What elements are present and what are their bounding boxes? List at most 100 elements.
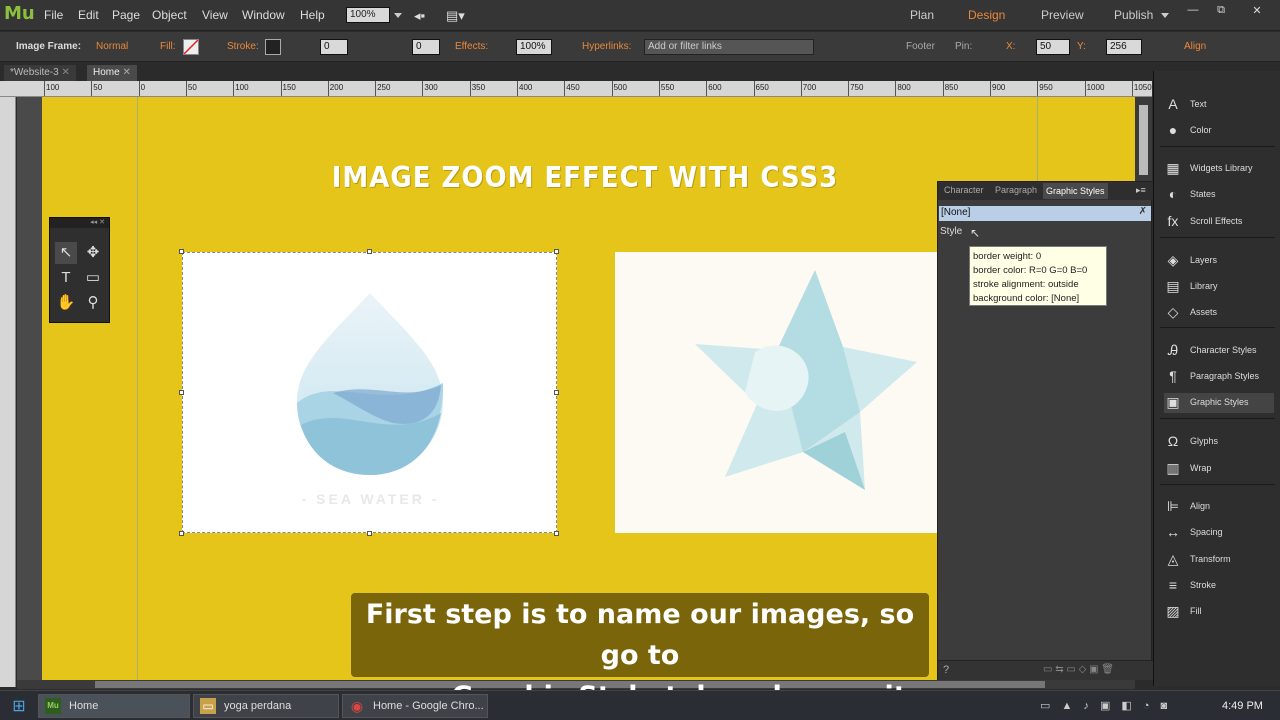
clear-override-icon[interactable]: ✗	[1139, 206, 1147, 217]
ruler-tick	[753, 81, 755, 96]
taskbar-muse[interactable]: Mu Home	[38, 694, 190, 718]
panel-item-library[interactable]: ▤ Library	[1164, 277, 1274, 297]
menu-help[interactable]: Help	[300, 8, 325, 22]
hyperlinks-label[interactable]: Hyperlinks:	[582, 41, 631, 52]
tab-website-3[interactable]: *Website-3 ✕	[4, 65, 76, 81]
stroke-swatch[interactable]	[265, 39, 281, 55]
chevron-down-icon[interactable]	[394, 13, 402, 18]
stroke-width-field[interactable]: 0	[320, 39, 348, 55]
close-icon[interactable]: ✕	[62, 67, 70, 78]
tab-home[interactable]: Home ✕	[87, 65, 137, 81]
resize-handle[interactable]	[179, 390, 184, 395]
x-position-field[interactable]: 50	[1036, 39, 1070, 55]
scroll-thumb[interactable]	[1139, 105, 1148, 175]
hyperlinks-input[interactable]: Add or filter links	[644, 39, 814, 55]
panel-item-spacing[interactable]: ↔ Spacing	[1164, 523, 1274, 543]
mode-preview[interactable]: Preview	[1041, 8, 1084, 22]
resize-handle[interactable]	[367, 249, 372, 254]
resize-handle[interactable]	[554, 390, 559, 395]
panel-item-glyphs[interactable]: Ω Glyphs	[1164, 432, 1274, 452]
resize-handle[interactable]	[179, 531, 184, 536]
resize-handle[interactable]	[554, 249, 559, 254]
style-list-item[interactable]: Style	[940, 226, 962, 237]
style-name-field[interactable]: [None] ✗	[939, 206, 1151, 221]
muse-app-icon: Mu	[45, 698, 61, 714]
taskbar-folder[interactable]: ▭ yoga perdana	[193, 694, 339, 718]
fill-swatch[interactable]	[183, 39, 199, 55]
stroke-label[interactable]: Stroke:	[227, 41, 259, 52]
panel-item-paragraph-styles[interactable]: ¶ Paragraph Styles	[1164, 367, 1274, 387]
crop-tool-icon[interactable]: ✥	[82, 242, 104, 264]
resize-handle[interactable]	[367, 531, 372, 536]
windows-start-icon[interactable]: ⊞	[8, 696, 30, 716]
tab-graphic-styles[interactable]: Graphic Styles	[1043, 183, 1108, 199]
panel-item-widgets-library[interactable]: ▦ Widgets Library	[1164, 159, 1274, 179]
layout-grid-icon[interactable]: ▤▾	[446, 8, 465, 24]
rectangle-tool-icon[interactable]: ▭	[82, 267, 104, 289]
panel-item-states[interactable]: ◐ States	[1164, 185, 1274, 205]
page-headline[interactable]: IMAGE ZOOM EFFECT WITH CSS3	[300, 162, 870, 195]
preview-arrow-icon[interactable]: ◂▪	[414, 8, 425, 24]
ruler-tick	[233, 81, 235, 96]
align-link[interactable]: Align	[1184, 41, 1206, 52]
ruler-tick-label: 750	[850, 83, 864, 92]
tab-paragraph[interactable]: Paragraph	[995, 185, 1037, 195]
selection-tool-icon[interactable]: ↖	[55, 242, 77, 264]
corner-radius-field[interactable]: 0	[412, 39, 440, 55]
ruler-tick	[1037, 81, 1039, 96]
panel-item-layers[interactable]: ◈ Layers	[1164, 251, 1274, 271]
image-frame-star[interactable]	[615, 252, 940, 533]
system-tray-icons[interactable]: ▭ ▲ ♪ ▣ ◧ ◔ ◙	[1040, 699, 1171, 712]
hand-tool-icon[interactable]: ✋	[55, 292, 77, 314]
style-actions-icon[interactable]: ▭ ⇆ ▭ ◇ ▣ 🗑	[1043, 664, 1114, 675]
menu-file[interactable]: File	[44, 8, 63, 22]
menu-page[interactable]: Page	[112, 8, 140, 22]
menu-view[interactable]: View	[202, 8, 228, 22]
chevron-down-icon[interactable]	[1161, 13, 1169, 18]
menu-object[interactable]: Object	[152, 8, 187, 22]
panel-grip[interactable]: ◂◂ ✕	[50, 218, 109, 228]
help-icon[interactable]: ?	[943, 664, 949, 676]
ruler-tick	[422, 81, 424, 96]
minimize-icon[interactable]: —	[1181, 4, 1205, 18]
ruler-tick-label: 700	[802, 83, 817, 92]
restore-icon[interactable]: ⧉	[1209, 4, 1233, 18]
close-icon[interactable]: ✕	[1240, 4, 1274, 18]
panel-menu-icon[interactable]: ▸≡	[1136, 185, 1146, 196]
close-icon[interactable]: ✕	[122, 67, 130, 78]
opacity-field[interactable]: 100%	[516, 39, 552, 55]
panel-item-stroke[interactable]: ≡ Stroke	[1164, 576, 1274, 596]
y-position-field[interactable]: 256	[1106, 39, 1142, 55]
frame-state-link[interactable]: Normal	[96, 41, 128, 52]
panel-item-assets[interactable]: ◇ Assets	[1164, 303, 1274, 323]
panel-item-character-styles[interactable]: Ꭿ Character Styles	[1164, 341, 1274, 361]
tab-character[interactable]: Character	[944, 185, 984, 195]
mode-design[interactable]: Design	[968, 8, 1005, 22]
mode-plan[interactable]: Plan	[910, 8, 934, 22]
mode-publish[interactable]: Publish	[1114, 8, 1153, 22]
menu-edit[interactable]: Edit	[78, 8, 99, 22]
image-frame-sea-water[interactable]: - SEA WATER -	[182, 252, 557, 533]
panel-item-wrap[interactable]: ▥ Wrap	[1164, 459, 1274, 479]
panel-item-transform[interactable]: ◬ Transform	[1164, 550, 1274, 570]
zoom-select[interactable]: 100%	[346, 7, 390, 23]
resize-handle[interactable]	[554, 531, 559, 536]
zoom-tool-icon[interactable]: ⚲	[82, 292, 104, 314]
taskbar-chrome[interactable]: ◉ Home - Google Chro...	[342, 694, 488, 718]
panel-item-label: Color	[1190, 125, 1212, 135]
scroll-effects-icon: fx	[1167, 213, 1179, 229]
clock[interactable]: 4:49 PM	[1222, 700, 1263, 712]
panel-item-graphic-styles[interactable]: ▣ Graphic Styles	[1164, 393, 1274, 413]
effects-label[interactable]: Effects:	[455, 41, 488, 52]
panel-item-scroll-effects[interactable]: fx Scroll Effects	[1164, 212, 1274, 232]
resize-handle[interactable]	[179, 249, 184, 254]
text-tool-icon[interactable]: T	[55, 267, 77, 289]
panel-item-text[interactable]: A Text	[1164, 95, 1274, 115]
menu-window[interactable]: Window	[242, 8, 285, 22]
panel-item-color[interactable]: ● Color	[1164, 121, 1274, 141]
panel-item-fill[interactable]: ▨ Fill	[1164, 602, 1274, 622]
fill-label[interactable]: Fill:	[160, 41, 176, 52]
panel-item-align[interactable]: ⊫ Align	[1164, 497, 1274, 517]
ruler-tick	[800, 81, 802, 96]
stroke-icon: ≡	[1168, 577, 1178, 593]
